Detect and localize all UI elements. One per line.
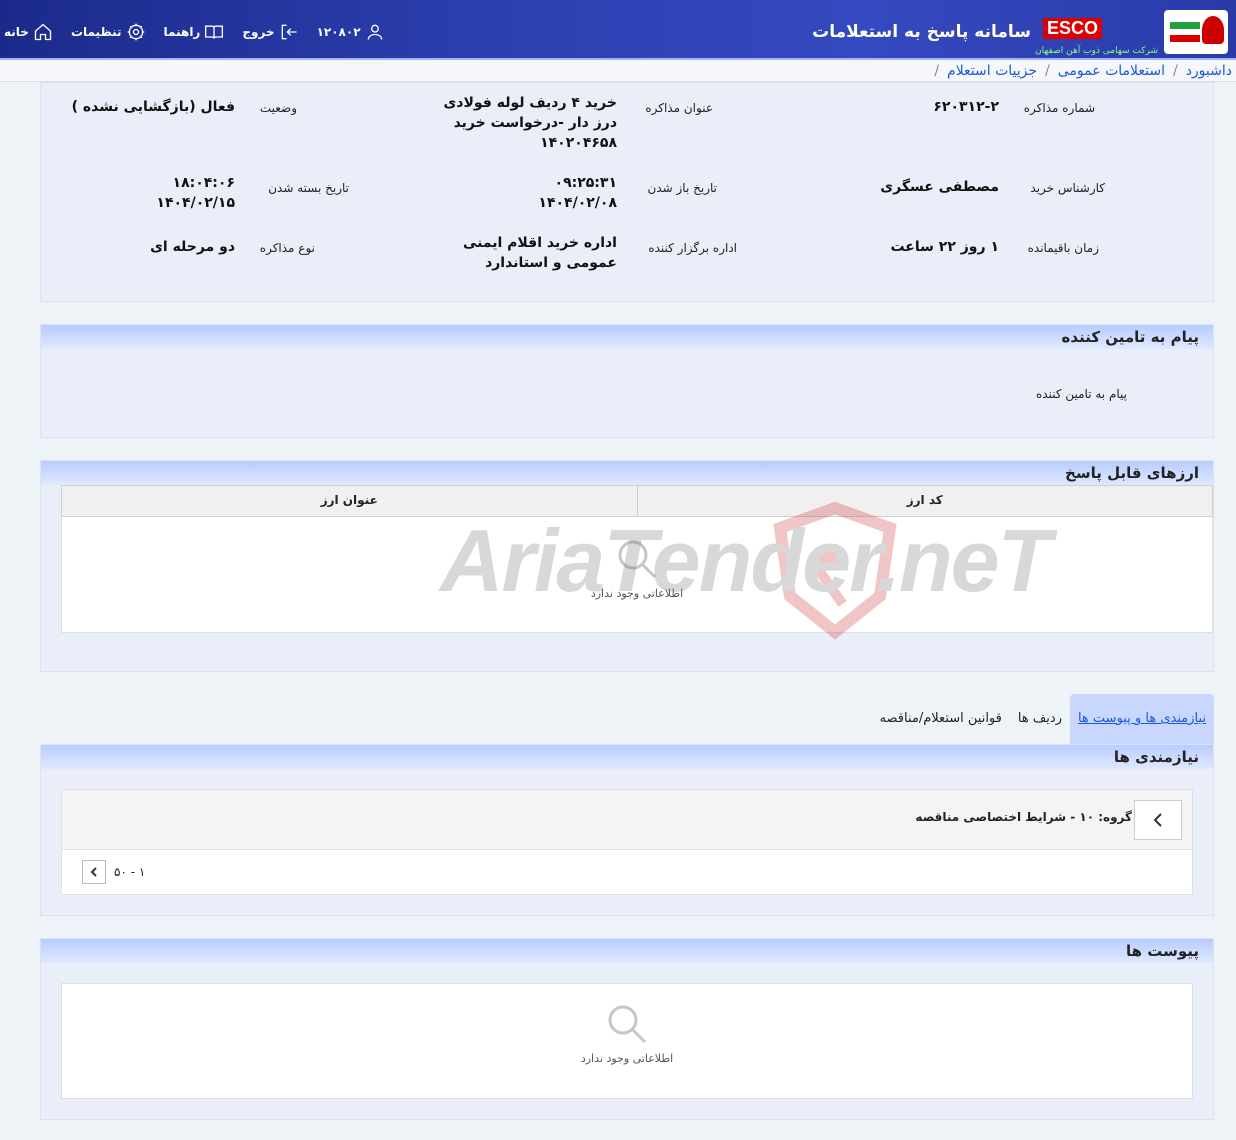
tab-requirements-attachments[interactable]: نیازمندی ها و پیوست ها <box>1069 694 1214 744</box>
pager-prev-button[interactable] <box>82 860 106 884</box>
book-icon <box>205 25 224 39</box>
nav-logout-label: خروج <box>242 25 275 39</box>
supplier-message-title: پیام به تامین کننده <box>41 325 1213 349</box>
currencies-table-header: کد ارز عنوان ارز <box>61 485 1213 517</box>
open-time-value: ۰۹:۲۵:۳۱ <box>554 175 617 191</box>
brand-name: ESCO <box>1042 18 1102 39</box>
negotiation-title-label: عنوان مذاکره <box>645 101 713 115</box>
requirements-title: نیازمندی ها <box>41 745 1213 769</box>
buyer-label: کارشناس خرید <box>1030 181 1105 195</box>
requirements-pager: ۱ - ۵۰ <box>82 860 145 884</box>
negotiation-type-label: نوع مذاکره <box>259 241 315 255</box>
currencies-empty-state: اطلاعاتی وجود ندارد <box>537 537 737 600</box>
open-date-value: ۱۴۰۴/۰۲/۰۸ <box>538 195 617 211</box>
search-icon <box>618 540 657 579</box>
tab-rows[interactable]: ردیف ها <box>1010 694 1070 744</box>
requirements-group-box: گروه: ۱۰ - شرایط اختصاصی مناقصه ۱ - ۵۰ <box>61 789 1193 895</box>
esco-emblem-icon <box>1202 16 1224 44</box>
currencies-title: ارزهای قابل پاسخ <box>41 461 1213 485</box>
nav-home[interactable]: خانه <box>4 22 53 42</box>
logout-icon <box>281 24 297 40</box>
negotiation-title-line-2: درز دار -درخواست خرید <box>453 115 617 131</box>
chevron-left-icon <box>1153 813 1162 827</box>
negotiation-title-line-1: خرید ۴ ردیف لوله فولادی <box>443 95 617 111</box>
breadcrumb-separator: / <box>1045 62 1050 79</box>
pager-range: ۱ - ۵۰ <box>114 865 146 879</box>
supplier-message-label: پیام به تامین کننده <box>1036 387 1127 401</box>
tab-bar: نیازمندی ها و پیوست ها ردیف ها قوانین اس… <box>872 694 1214 744</box>
system-title: سامانه پاسخ به استعلامات <box>812 22 1031 42</box>
close-time-value: ۱۸:۰۴:۰۶ <box>172 175 235 191</box>
breadcrumb-public-inquiries[interactable]: استعلامات عمومی <box>1058 63 1165 79</box>
brand-subtitle: شرکت سهامی ذوب آهن اصفهان <box>1035 46 1158 56</box>
tab-inquiry-rules[interactable]: قوانین استعلام/مناقصه <box>872 694 1010 744</box>
close-date: ۱۸:۰۴:۰۶ ۱۴۰۴/۰۲/۱۵ <box>156 173 235 213</box>
gear-icon <box>127 23 144 41</box>
breadcrumb-separator: / <box>934 62 940 79</box>
close-date-label: تاریخ بسته شدن <box>268 181 349 195</box>
nav-settings-label: تنظیمات <box>70 25 122 39</box>
status-label: وضعیت <box>259 101 297 115</box>
attachments-list: اطلاعاتی وجود ندارد <box>61 983 1193 1099</box>
supplier-message-panel: پیام به تامین کننده پیام به تامین کننده <box>40 324 1214 438</box>
user-id: ۱۲۰۸۰۲ <box>316 25 361 39</box>
attachments-empty-text: اطلاعاتی وجود ندارد <box>580 1052 674 1065</box>
nav-guide[interactable]: راهنما <box>164 22 225 42</box>
top-nav: خانه تنظیمات راهنما خروج ۱۲۰۸۰۲ <box>4 22 385 42</box>
inquiry-details-panel: شماره مذاکره ۶۲۰۳۱۲-۲ عنوان مذاکره خرید … <box>40 82 1214 302</box>
chevron-left-icon <box>90 867 97 877</box>
negotiation-title-line-3: ۱۴۰۲۰۴۶۵۸ <box>540 135 617 151</box>
negotiation-title: خرید ۴ ردیف لوله فولادی درز دار -درخواست… <box>427 93 617 153</box>
organizing-office-line-2: عمومی و استاندارد <box>485 255 617 271</box>
breadcrumb-inquiry-details[interactable]: جزییات استعلام <box>947 63 1037 79</box>
breadcrumb: داشبورد / استعلامات عمومی / جزییات استعل… <box>0 60 1236 82</box>
attachments-empty-state: اطلاعاتی وجود ندارد <box>527 1002 727 1065</box>
home-icon <box>34 23 52 41</box>
currencies-panel: ارزهای قابل پاسخ کد ارز عنوان ارز اطلاعا… <box>40 460 1214 672</box>
requirements-group-text: گروه: ۱۰ - شرایط اختصاصی مناقصه <box>915 810 1132 824</box>
currencies-empty-text: اطلاعاتی وجود ندارد <box>590 587 684 600</box>
top-header: ESCO شرکت سهامی ذوب آهن اصفهان سامانه پا… <box>0 0 1236 60</box>
requirements-panel: نیازمندی ها گروه: ۱۰ - شرایط اختصاصی منا… <box>40 744 1214 916</box>
open-date-label: تاریخ باز شدن <box>647 181 717 195</box>
currencies-table: کد ارز عنوان ارز اطلاعاتی وجود ندارد <box>61 485 1213 633</box>
nav-settings[interactable]: تنظیمات <box>71 22 146 42</box>
column-currency-code[interactable]: کد ارز <box>636 486 1213 516</box>
remaining-time-label: زمان باقیمانده <box>1027 241 1099 255</box>
negotiation-type-value: دو مرحله ای <box>150 239 235 255</box>
close-date-value: ۱۴۰۴/۰۲/۱۵ <box>156 195 235 211</box>
attachments-panel: پیوست ها اطلاعاتی وجود ندارد <box>40 938 1214 1120</box>
remaining-time-value: ۱ روز ۲۲ ساعت <box>890 239 999 255</box>
nav-guide-label: راهنما <box>163 25 201 39</box>
negotiation-number: ۶۲۰۳۱۲-۲ <box>933 99 999 115</box>
brand-area: ESCO شرکت سهامی ذوب آهن اصفهان <box>998 6 1228 56</box>
organizing-office-line-1: اداره خرید اقلام ایمنی <box>462 235 617 251</box>
status-value: فعال (بازگشایی نشده ) <box>71 99 235 115</box>
nav-logout[interactable]: خروج <box>242 22 298 42</box>
breadcrumb-separator: / <box>1172 62 1178 79</box>
expand-group-button[interactable] <box>1134 800 1182 840</box>
currencies-table-body: اطلاعاتی وجود ندارد <box>61 517 1213 633</box>
attachments-title: پیوست ها <box>41 939 1213 963</box>
organizing-office-label: اداره برگزار کننده <box>648 241 737 255</box>
open-date: ۰۹:۲۵:۳۱ ۱۴۰۴/۰۲/۰۸ <box>538 173 617 213</box>
nav-home-label: خانه <box>4 25 29 39</box>
nav-user[interactable]: ۱۲۰۸۰۲ <box>317 22 385 42</box>
search-icon <box>608 1005 647 1044</box>
buyer-value: مصطفی عسگری <box>880 179 999 195</box>
iran-flag-icon <box>1170 22 1200 42</box>
user-icon <box>367 24 382 40</box>
column-currency-title[interactable]: عنوان ارز <box>62 486 637 516</box>
requirements-group-row[interactable]: گروه: ۱۰ - شرایط اختصاصی مناقصه <box>62 790 1192 850</box>
breadcrumb-dashboard[interactable]: داشبورد <box>1186 63 1232 79</box>
organizing-office: اداره خرید اقلام ایمنی عمومی و استاندارد <box>463 233 617 273</box>
negotiation-number-label: شماره مذاکره <box>1023 101 1095 115</box>
company-logo <box>1164 10 1228 54</box>
